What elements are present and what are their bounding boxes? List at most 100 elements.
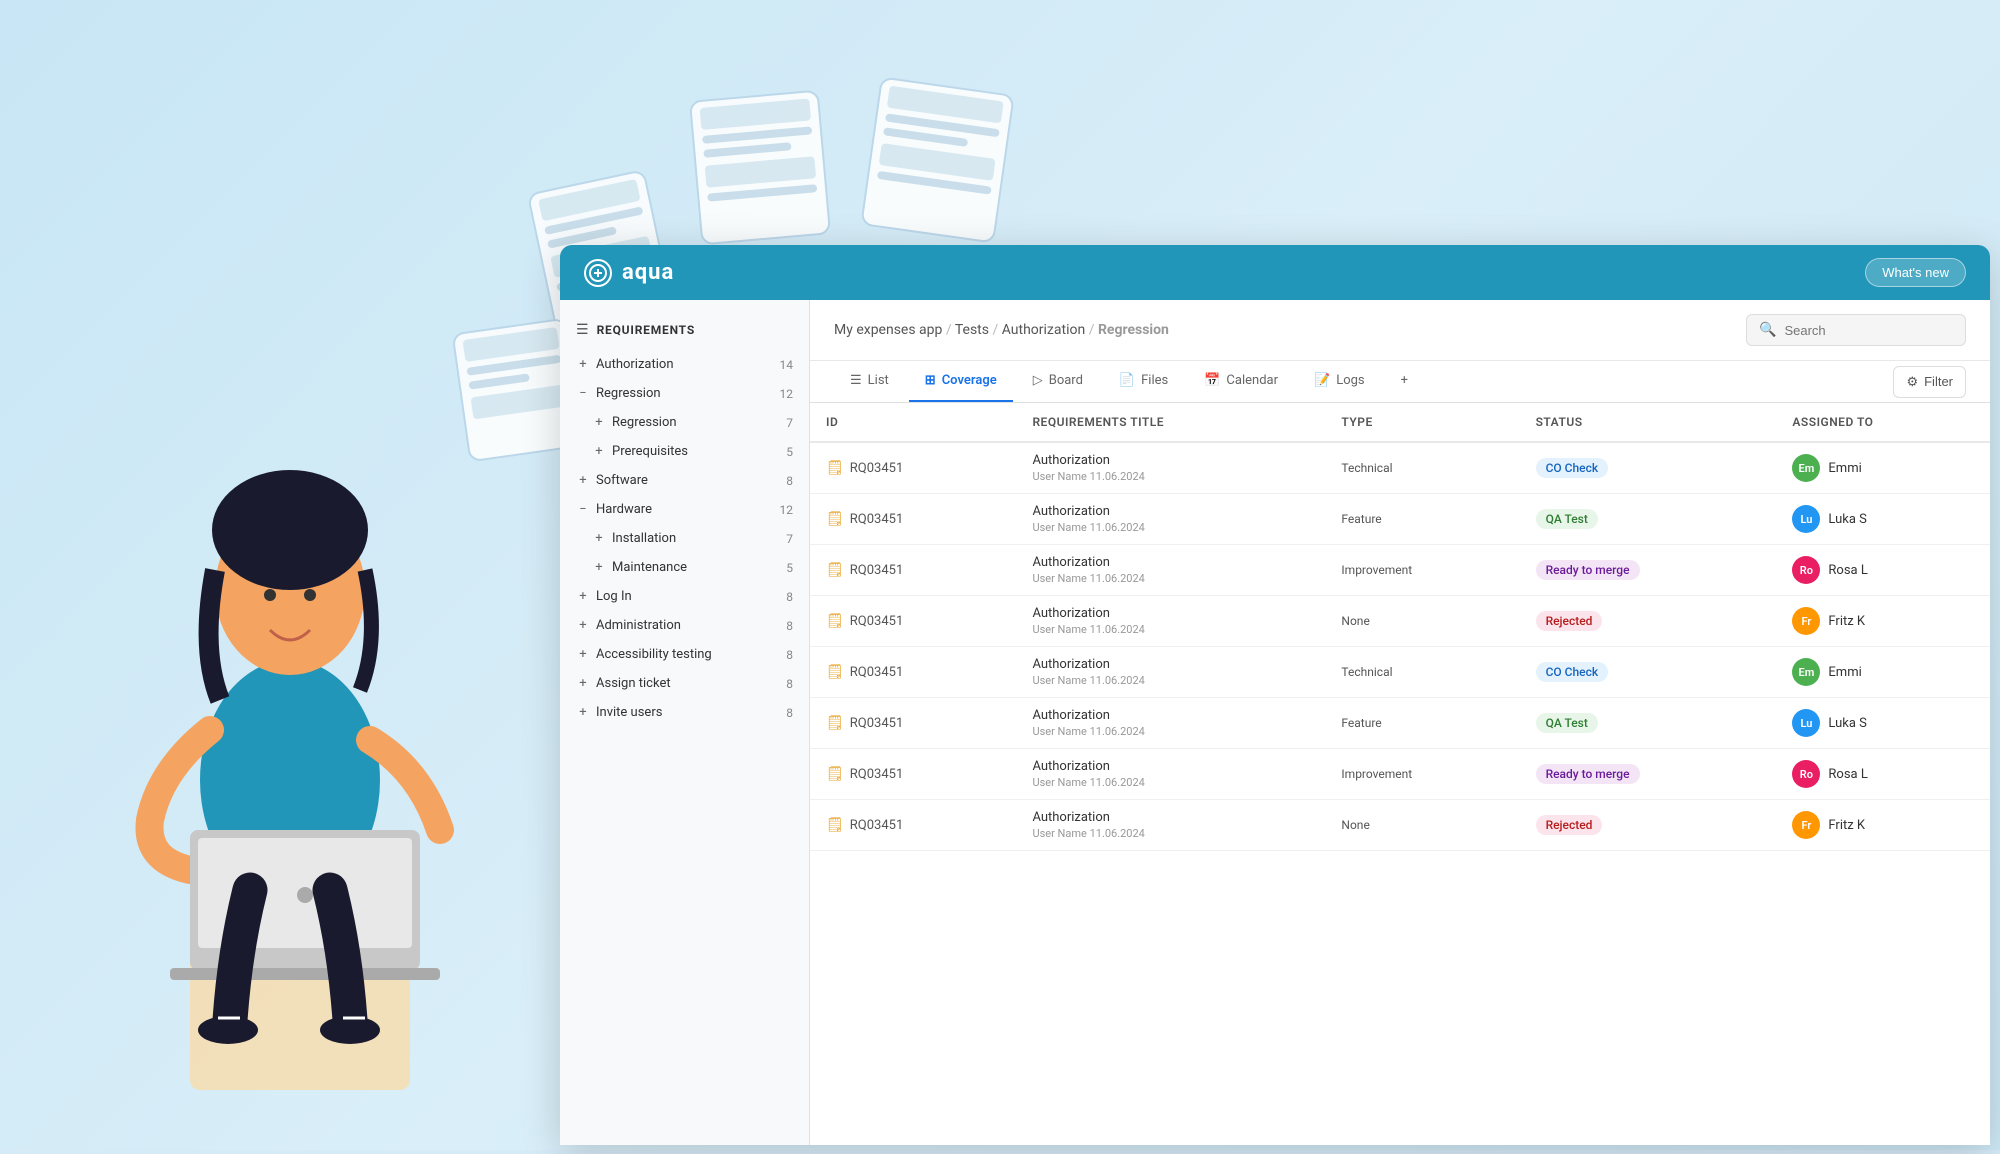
req-title-7: Authorization (1032, 810, 1309, 825)
assignee-name-2: Rosa L (1828, 563, 1867, 578)
tab-label-coverage: Coverage (942, 373, 997, 388)
type-value-7: None (1341, 818, 1369, 832)
table-row[interactable]: 🗒 RQ03451 Authorization User Name 11.06.… (810, 494, 1990, 545)
cell-id-3: 🗒 RQ03451 (810, 596, 1016, 647)
tab-board[interactable]: ▷ Board (1017, 361, 1099, 402)
sidebar-count-authorization: 14 (780, 358, 794, 372)
sidebar-label-installation: Installation (612, 531, 780, 546)
req-title-5: Authorization (1032, 708, 1309, 723)
tab-list[interactable]: ☰ List (834, 361, 905, 402)
sidebar-count-accessibility: 8 (786, 648, 793, 662)
expand-icon-installation: + (592, 532, 606, 546)
tab-icon-board: ▷ (1033, 373, 1043, 388)
sidebar-item-regression[interactable]: − Regression 12 (560, 379, 809, 408)
cell-title-7: Authorization User Name 11.06.2024 (1016, 800, 1325, 851)
cell-title-1: Authorization User Name 11.06.2024 (1016, 494, 1325, 545)
req-title-4: Authorization (1032, 657, 1309, 672)
sidebar-item-administration[interactable]: + Administration 8 (560, 611, 809, 640)
sidebar-item-installation[interactable]: + Installation 7 (560, 524, 809, 553)
req-icon-6: 🗒 (826, 766, 844, 782)
cell-title-0: Authorization User Name 11.06.2024 (1016, 442, 1325, 494)
cell-type-7: None (1325, 800, 1519, 851)
type-value-0: Technical (1341, 461, 1392, 475)
woman-illustration (50, 300, 530, 1150)
logo-text: aqua (622, 260, 674, 285)
req-title-3: Authorization (1032, 606, 1309, 621)
sidebar-count-invite-users: 8 (786, 706, 793, 720)
assignee-name-5: Luka S (1828, 716, 1867, 731)
status-badge-7: Rejected (1536, 815, 1603, 835)
search-box[interactable]: 🔍 (1746, 314, 1966, 346)
sidebar-count-regression-sub: 7 (786, 416, 793, 430)
cell-id-5: 🗒 RQ03451 (810, 698, 1016, 749)
tab-add[interactable]: + (1385, 361, 1424, 402)
filter-button[interactable]: ⚙ Filter (1893, 366, 1966, 398)
expand-icon-regression-sub: + (592, 416, 606, 430)
content-area: ☰ REQUIREMENTS + Authorization 14 − Regr… (560, 300, 1990, 1145)
sidebar-count-login: 8 (786, 590, 793, 604)
tab-logs[interactable]: 📝 Logs (1298, 361, 1381, 402)
sidebar-item-software[interactable]: + Software 8 (560, 466, 809, 495)
cell-title-6: Authorization User Name 11.06.2024 (1016, 749, 1325, 800)
sidebar-item-maintenance[interactable]: + Maintenance 5 (560, 553, 809, 582)
table-row[interactable]: 🗒 RQ03451 Authorization User Name 11.06.… (810, 749, 1990, 800)
req-icon-0: 🗒 (826, 460, 844, 476)
avatar-4: Em (1792, 658, 1820, 686)
sidebar-item-prerequisites[interactable]: + Prerequisites 5 (560, 437, 809, 466)
table-row[interactable]: 🗒 RQ03451 Authorization User Name 11.06.… (810, 545, 1990, 596)
search-input[interactable] (1784, 323, 1944, 338)
whats-new-button[interactable]: What's new (1865, 258, 1966, 287)
cell-id-4: 🗒 RQ03451 (810, 647, 1016, 698)
req-title-1: Authorization (1032, 504, 1309, 519)
breadcrumb: My expenses app / Tests / Authorization … (834, 322, 1730, 338)
sidebar-item-invite-users[interactable]: + Invite users 8 (560, 698, 809, 727)
expand-icon-invite-users: + (576, 706, 590, 720)
req-id-value-1: RQ03451 (850, 512, 904, 527)
cell-assigned-4: Em Emmi (1776, 647, 1990, 698)
sidebar-count-hardware: 12 (780, 503, 794, 517)
floating-card-2 (689, 90, 831, 246)
assignee-name-4: Emmi (1828, 665, 1861, 680)
requirements-icon: ☰ (576, 322, 589, 338)
sidebar-label-assign-ticket: Assign ticket (596, 676, 780, 691)
cell-assigned-0: Em Emmi (1776, 442, 1990, 494)
tab-files[interactable]: 📄 Files (1103, 361, 1184, 402)
cell-type-5: Feature (1325, 698, 1519, 749)
table-row[interactable]: 🗒 RQ03451 Authorization User Name 11.06.… (810, 800, 1990, 851)
table-row[interactable]: 🗒 RQ03451 Authorization User Name 11.06.… (810, 647, 1990, 698)
cell-status-6: Ready to merge (1520, 749, 1777, 800)
cell-type-1: Feature (1325, 494, 1519, 545)
type-value-2: Improvement (1341, 563, 1412, 577)
sidebar-item-hardware[interactable]: − Hardware 12 (560, 495, 809, 524)
sidebar-item-login[interactable]: + Log In 8 (560, 582, 809, 611)
req-subtitle-7: User Name 11.06.2024 (1032, 827, 1309, 840)
add-tab-icon: + (1401, 373, 1408, 388)
type-value-4: Technical (1341, 665, 1392, 679)
sidebar-item-assign-ticket[interactable]: + Assign ticket 8 (560, 669, 809, 698)
tab-icon-coverage: ⊞ (925, 373, 936, 388)
tab-label-logs: Logs (1336, 373, 1364, 388)
table-row[interactable]: 🗒 RQ03451 Authorization User Name 11.06.… (810, 698, 1990, 749)
sidebar-item-authorization[interactable]: + Authorization 14 (560, 350, 809, 379)
table-row[interactable]: 🗒 RQ03451 Authorization User Name 11.06.… (810, 442, 1990, 494)
expand-icon-prerequisites: + (592, 445, 606, 459)
assignee-name-1: Luka S (1828, 512, 1867, 527)
tabs-row: ☰ List ⊞ Coverage ▷ Board 📄 Files 📅 Cale… (810, 361, 1990, 403)
status-badge-5: QA Test (1536, 713, 1598, 733)
table-row[interactable]: 🗒 RQ03451 Authorization User Name 11.06.… (810, 596, 1990, 647)
avatar-2: Ro (1792, 556, 1820, 584)
tab-label-board: Board (1049, 373, 1083, 388)
sidebar-item-accessibility[interactable]: + Accessibility testing 8 (560, 640, 809, 669)
tab-coverage[interactable]: ⊞ Coverage (909, 361, 1013, 402)
req-title-6: Authorization (1032, 759, 1309, 774)
sidebar-label-invite-users: Invite users (596, 705, 780, 720)
req-id-value-2: RQ03451 (850, 563, 904, 578)
assignee-name-3: Fritz K (1828, 614, 1865, 629)
cell-id-1: 🗒 RQ03451 (810, 494, 1016, 545)
cell-title-3: Authorization User Name 11.06.2024 (1016, 596, 1325, 647)
filter-label: Filter (1924, 374, 1953, 389)
tab-calendar[interactable]: 📅 Calendar (1188, 361, 1294, 402)
req-title-2: Authorization (1032, 555, 1309, 570)
sidebar-item-regression-sub[interactable]: + Regression 7 (560, 408, 809, 437)
req-id-value-6: RQ03451 (850, 767, 904, 782)
